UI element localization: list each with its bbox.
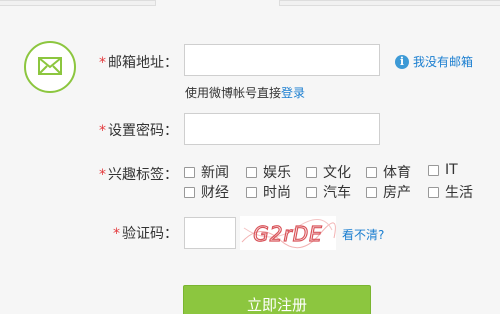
required-marker: * (113, 226, 120, 242)
weibo-login-link[interactable]: 登录 (281, 86, 305, 100)
interest-option[interactable]: 财经 (184, 182, 229, 202)
checkbox[interactable] (428, 186, 439, 198)
interests-label: * 兴趣标签： (99, 167, 178, 183)
captcha-label: * 验证码： (113, 226, 178, 242)
required-marker: * (99, 55, 106, 71)
svg-text:G2rDE: G2rDE (253, 222, 322, 246)
required-marker: * (99, 167, 106, 183)
email-label: * 邮箱地址： (99, 55, 178, 71)
required-marker: * (99, 123, 106, 139)
hint-text: 使用微博帐号直接 (185, 86, 282, 100)
captcha-image[interactable]: G2rDE (240, 216, 336, 250)
interest-option[interactable]: 汽车 (306, 182, 351, 202)
interest-option[interactable]: 生活 (428, 182, 473, 202)
interest-option[interactable]: 文化 (306, 162, 351, 182)
interest-option[interactable]: 娱乐 (246, 162, 291, 182)
weibo-login-hint: 使用微博帐号直接登录 (185, 84, 305, 101)
interest-option[interactable]: IT (428, 162, 458, 178)
password-input[interactable] (184, 113, 380, 145)
interest-option[interactable]: 体育 (366, 162, 411, 182)
interest-option[interactable]: 新闻 (184, 162, 229, 182)
checkbox[interactable] (184, 166, 195, 178)
captcha-input[interactable] (184, 217, 236, 249)
tab-strip (0, 0, 500, 6)
checkbox[interactable] (306, 186, 317, 198)
checkbox[interactable] (246, 166, 257, 178)
interest-option[interactable]: 时尚 (246, 182, 291, 202)
interest-option[interactable]: 房产 (366, 182, 411, 202)
tab-right[interactable] (279, 0, 500, 6)
checkbox[interactable] (184, 186, 195, 198)
envelope-icon (38, 57, 62, 75)
register-button[interactable]: 立即注册 (183, 285, 371, 314)
no-email-link[interactable]: i 我没有邮箱 (395, 53, 473, 70)
tab-left[interactable] (0, 0, 156, 6)
password-label: * 设置密码： (99, 123, 178, 139)
email-input[interactable] (184, 44, 380, 76)
checkbox[interactable] (366, 186, 377, 198)
checkbox[interactable] (306, 166, 317, 178)
checkbox[interactable] (366, 166, 377, 178)
checkbox[interactable] (428, 164, 439, 176)
captcha-refresh-link[interactable]: 看不清? (342, 226, 384, 243)
checkbox[interactable] (246, 186, 257, 198)
info-icon: i (395, 54, 409, 69)
no-email-text[interactable]: 我没有邮箱 (413, 53, 473, 70)
envelope-badge (24, 41, 76, 93)
